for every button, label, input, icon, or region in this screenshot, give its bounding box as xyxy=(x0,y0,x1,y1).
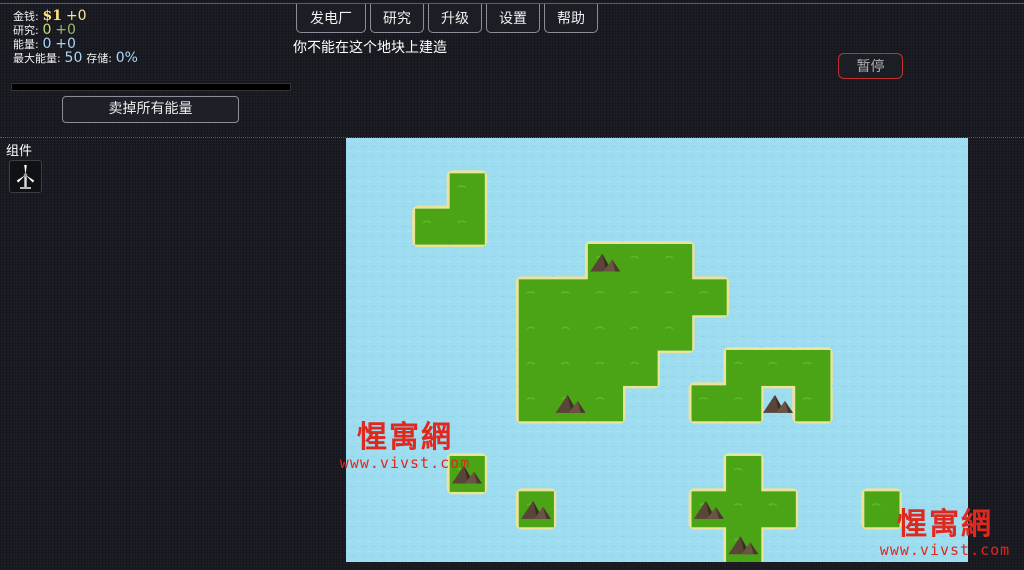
grass-tile[interactable] xyxy=(553,314,589,351)
components-title: 组件 xyxy=(6,144,33,159)
grass-tile[interactable] xyxy=(587,314,624,351)
watermark-brand: 惺寓網 xyxy=(357,420,453,455)
max-energy-label: 最大能量: xyxy=(13,52,61,65)
status-message: 你不能在这个地块上建造 xyxy=(293,40,447,56)
grass-tile[interactable] xyxy=(553,350,589,386)
grass-tile[interactable] xyxy=(726,456,762,492)
watermark-brand: 惺寓網 xyxy=(897,507,993,542)
watermark: 惺寓網 www.vivst.com xyxy=(320,420,490,472)
watermark-url: www.vivst.com xyxy=(339,454,471,472)
grass-tile[interactable] xyxy=(657,279,693,316)
sell-all-energy-button[interactable]: 卖掉所有能量 xyxy=(62,96,239,123)
pause-button[interactable]: 暂停 xyxy=(838,53,903,79)
watermark: 惺寓網 www.vivst.com xyxy=(866,507,1024,559)
storage-label: 存储: xyxy=(86,52,112,65)
grass-tile[interactable] xyxy=(415,208,451,245)
grass-tile[interactable] xyxy=(622,244,658,280)
resource-panel: 金钱: $1 +0 研究: 0 +0 能量: 0 +0 最大能量: 50 存储:… xyxy=(13,9,138,65)
wind-turbine-icon xyxy=(16,165,35,189)
tab-power-plants[interactable]: 发电厂 xyxy=(296,4,366,33)
energy-value: 0 xyxy=(42,36,52,52)
watermark-url: www.vivst.com xyxy=(879,541,1011,559)
grass-tile[interactable] xyxy=(518,385,554,422)
grass-tile[interactable] xyxy=(795,350,831,386)
component-slot-wind-turbine[interactable] xyxy=(9,160,42,193)
game-map[interactable] xyxy=(346,138,968,562)
grass-tile[interactable] xyxy=(726,491,762,528)
grass-tile[interactable] xyxy=(518,314,554,351)
grass-tile[interactable] xyxy=(657,244,693,280)
grass-tile[interactable] xyxy=(622,314,658,351)
grass-tile[interactable] xyxy=(518,350,554,386)
grass-tile[interactable] xyxy=(518,279,554,316)
grass-tile[interactable] xyxy=(622,279,658,316)
tab-upgrades[interactable]: 升级 xyxy=(428,4,482,33)
max-energy-row: 最大能量: 50 存储: 0% xyxy=(13,51,138,65)
energy-label: 能量: xyxy=(13,38,39,51)
grass-tile[interactable] xyxy=(587,350,624,386)
grass-tile[interactable] xyxy=(726,350,762,386)
tab-research[interactable]: 研究 xyxy=(370,4,424,33)
tab-settings[interactable]: 设置 xyxy=(486,4,540,33)
grass-tile[interactable] xyxy=(587,279,624,316)
max-energy-value: 50 xyxy=(64,50,83,66)
grass-tile[interactable] xyxy=(587,385,624,422)
grass-tile[interactable] xyxy=(553,279,589,316)
grass-tile[interactable] xyxy=(449,173,485,210)
grass-tile[interactable] xyxy=(691,279,727,316)
research-label: 研究: xyxy=(13,24,39,37)
grass-tile[interactable] xyxy=(760,491,796,528)
main-tabs: 发电厂 研究 升级 设置 帮助 xyxy=(296,4,598,33)
grass-tile[interactable] xyxy=(760,350,796,386)
energy-row: 能量: 0 +0 xyxy=(13,37,138,51)
grass-tile[interactable] xyxy=(795,385,831,422)
research-row: 研究: 0 +0 xyxy=(13,23,138,37)
grass-tile[interactable] xyxy=(622,350,658,386)
grass-tile[interactable] xyxy=(449,208,485,245)
storage-bar xyxy=(11,83,291,91)
money-label: 金钱: xyxy=(13,10,39,23)
grass-tile[interactable] xyxy=(657,314,693,351)
grass-tile[interactable] xyxy=(691,385,727,422)
storage-value: 0% xyxy=(115,50,138,66)
money-row: 金钱: $1 +0 xyxy=(13,9,138,23)
tab-help[interactable]: 帮助 xyxy=(544,4,598,33)
grass-tile[interactable] xyxy=(726,385,762,422)
